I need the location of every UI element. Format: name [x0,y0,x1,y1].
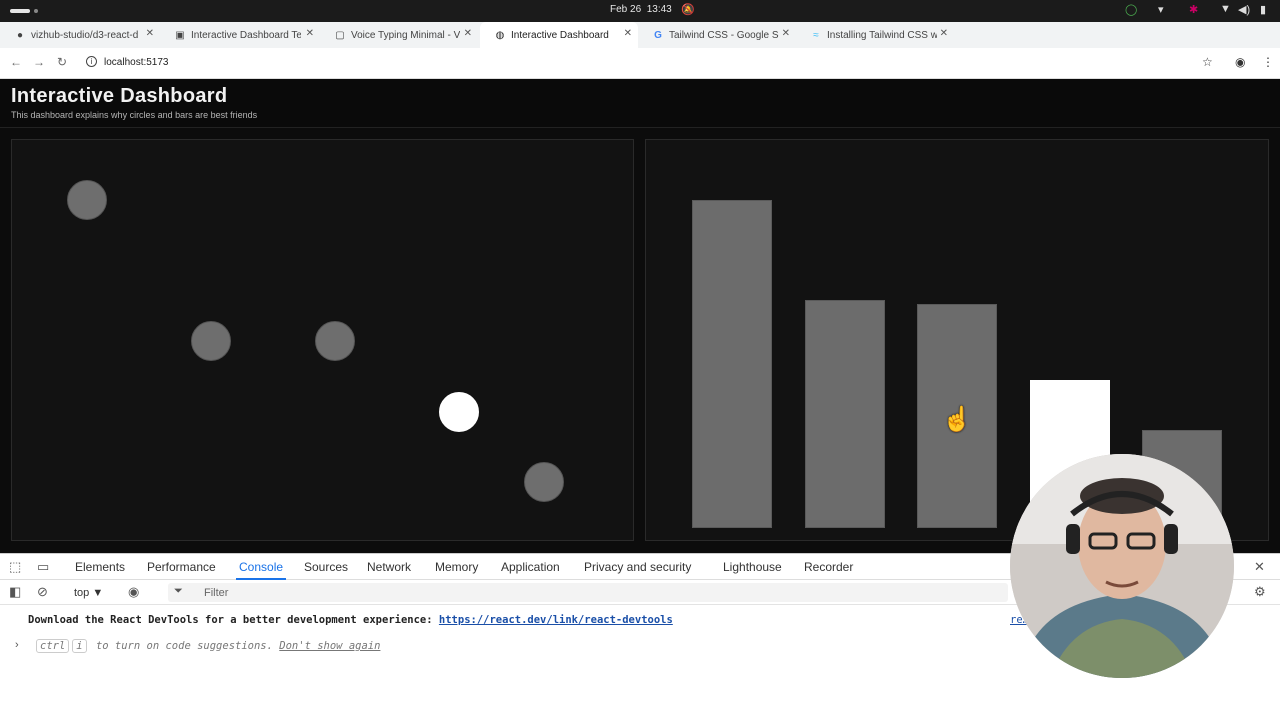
system-clock[interactable]: Feb 26 13:43 [610,4,672,15]
bookmark-star-icon[interactable]: ☆ [1202,55,1213,69]
scatter-point[interactable] [315,321,355,361]
tab-github[interactable]: ● vizhub-studio/d3-react-d ✕ [0,22,160,48]
console-message: Download the React DevTools for a better… [28,614,673,626]
workspace-dot [34,9,38,13]
close-icon[interactable]: ✕ [940,28,948,39]
scatter-point[interactable] [439,391,479,432]
tab-tailwind-install[interactable]: ≈ Installing Tailwind CSS w ✕ [796,22,954,48]
console-filter-input[interactable] [168,583,1008,602]
devtools-tab-elements[interactable]: Elements [75,560,125,574]
system-top-bar: Feb 26 13:43 🔕 ◯ ▾ ✱ ▼ ◀) ▮ [0,0,1280,22]
wifi-icon[interactable]: ▼ [1220,3,1231,15]
devtools-tab-lighthouse[interactable]: Lighthouse [723,560,782,574]
close-icon[interactable]: ✕ [306,28,314,39]
page-icon: ▢ [335,29,345,41]
devtools-tab-network[interactable]: Network [367,560,411,574]
battery-icon[interactable]: ▮ [1260,3,1266,16]
clear-console-icon[interactable]: ⊘ [37,584,48,600]
url-field[interactable]: localhost:5173 [104,57,169,68]
browser-tab-strip: ● vizhub-studio/d3-react-d ✕ ▣ Interacti… [0,22,1280,64]
tailwind-icon: ≈ [813,29,819,41]
bar[interactable] [692,200,772,528]
globe-icon: ◍ [495,29,505,41]
volume-icon[interactable]: ◀) [1238,3,1250,16]
sidebar-toggle-icon[interactable]: ◧ [9,584,21,600]
status-ring-icon[interactable]: ◯ [1125,3,1137,16]
context-selector[interactable]: top ▼ [74,587,103,599]
bar[interactable] [805,300,885,528]
devtools-tab-sources[interactable]: Sources [304,560,348,574]
code-suggestions-hint: ctrl i to turn on code suggestions. Don't… [36,639,380,653]
tab-google-search[interactable]: G Tailwind CSS - Google Se ✕ [638,22,796,48]
scatter-point[interactable] [67,180,107,220]
notion-icon: ▣ [175,29,185,41]
close-icon[interactable]: ✕ [464,28,472,39]
hand-cursor-icon: ☝ [942,406,972,433]
filter-icon: ⏷ [174,585,183,597]
github-icon: ● [16,29,24,41]
devtools-tab-application[interactable]: Application [501,560,560,574]
devtools-close-icon[interactable]: ✕ [1254,559,1265,575]
keyboard-key: ctrl [36,639,70,653]
presenter-video [1010,454,1234,678]
react-devtools-link[interactable]: https://react.dev/link/react-devtools [439,614,673,626]
webcam-overlay [1010,454,1234,678]
devtools-tab-console[interactable]: Console [239,560,283,574]
devtools-tab-memory[interactable]: Memory [435,560,478,574]
eye-icon[interactable]: ◉ [128,584,139,600]
settings-gear-icon[interactable]: ⚙ [1254,584,1266,600]
forward-arrow-icon[interactable]: → [33,55,45,69]
page-header: Interactive Dashboard This dashboard exp… [0,79,1280,128]
tab-voice-typing[interactable]: ▢ Voice Typing Minimal - V ✕ [320,22,478,48]
google-icon: G [654,29,662,41]
scatter-panel [11,139,634,541]
app-tray-icon[interactable]: ✱ [1189,3,1198,16]
filter-placeholder: Filter [204,587,229,599]
chevron-right-icon[interactable]: › [15,639,19,651]
tab-notion[interactable]: ▣ Interactive Dashboard Te ✕ [160,22,320,48]
devtools-tab-recorder[interactable]: Recorder [804,560,853,574]
close-icon[interactable]: ✕ [146,28,154,39]
address-bar: ← → ↻ i localhost:5173 ☆ ◉ ⋮ [0,48,1280,79]
devtools-tab-privacy[interactable]: Privacy and security [584,560,691,574]
inspect-element-icon[interactable]: ⬚ [9,559,21,575]
scatter-point[interactable] [524,462,564,502]
shield-icon[interactable]: ▾ [1158,3,1164,16]
close-icon[interactable]: ✕ [624,28,632,39]
close-icon[interactable]: ✕ [782,28,790,39]
back-arrow-icon[interactable]: ← [10,55,22,69]
notification-bell-icon[interactable]: 🔕 [681,3,695,16]
devtools-tab-performance[interactable]: Performance [147,560,216,574]
activities-indicator[interactable] [10,9,30,13]
keyboard-key: i [72,639,87,653]
active-tab-underline [236,578,286,580]
profile-icon[interactable]: ◉ [1235,55,1245,69]
scatter-point[interactable] [191,321,231,361]
dont-show-again-link[interactable]: Don't show again [279,640,380,652]
page-subtitle: This dashboard explains why circles and … [11,110,258,120]
page-title: Interactive Dashboard [11,85,228,107]
reload-icon[interactable]: ↻ [57,55,67,69]
kebab-menu-icon[interactable]: ⋮ [1262,55,1274,69]
device-toolbar-icon[interactable]: ▭ [37,559,49,575]
site-info-icon[interactable]: i [86,56,97,67]
tab-interactive-dashboard[interactable]: ◍ Interactive Dashboard ✕ [480,22,638,48]
